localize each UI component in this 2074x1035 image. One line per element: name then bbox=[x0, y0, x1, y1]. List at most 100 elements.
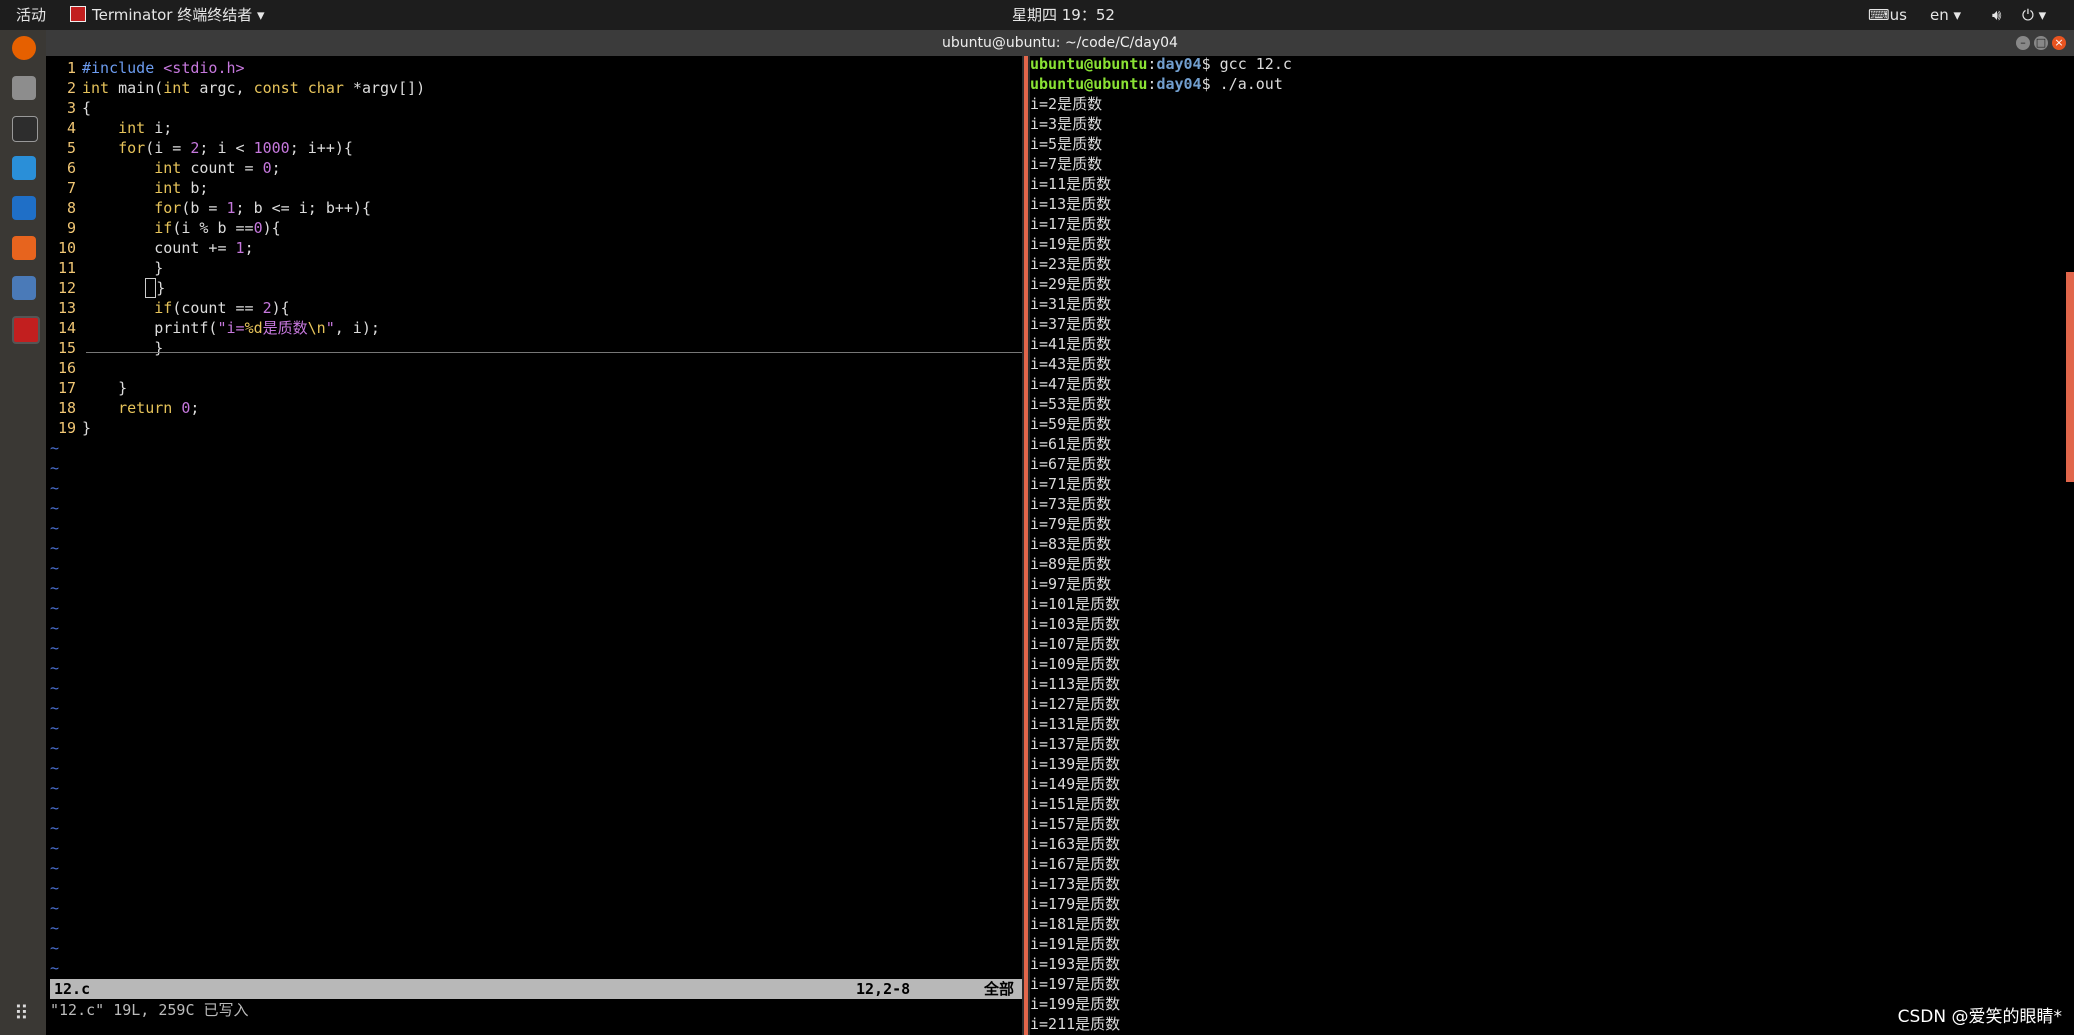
code-text: } bbox=[82, 278, 165, 298]
output-line: i=163是质数 bbox=[1030, 835, 1121, 853]
output-line: i=7是质数 bbox=[1030, 155, 1103, 173]
code-line[interactable]: 16 bbox=[46, 358, 425, 378]
maximize-icon[interactable]: □ bbox=[2034, 36, 2048, 50]
window-titlebar[interactable]: ubuntu@ubuntu: ~/code/C/day04 – □ × bbox=[46, 30, 2074, 56]
editor-pane[interactable]: 1 #include <stdio.h> 2 int main(int argc, c… bbox=[46, 56, 1022, 1035]
volume-icon[interactable]: 🔊︎ bbox=[1992, 0, 2001, 30]
line-number: 19 bbox=[57, 419, 76, 437]
settings-icon[interactable] bbox=[12, 276, 36, 300]
empty-line-marker: ~ bbox=[50, 599, 60, 617]
vc-icon[interactable] bbox=[12, 196, 36, 220]
code-line[interactable]: 15 } bbox=[46, 338, 425, 358]
output-line: i=157是质数 bbox=[1030, 815, 1121, 833]
vscode-icon[interactable] bbox=[12, 156, 36, 180]
output-line: i=149是质数 bbox=[1030, 775, 1121, 793]
output-line: i=103是质数 bbox=[1030, 615, 1121, 633]
empty-line-marker: ~ bbox=[50, 879, 60, 897]
code-line[interactable]: 19} bbox=[46, 418, 425, 438]
output-line: i=151是质数 bbox=[1030, 795, 1121, 813]
code-line[interactable]: 3{ bbox=[46, 98, 425, 118]
code-line[interactable]: 5 for(i = 2; i < 1000; i++){ bbox=[46, 138, 425, 158]
app-menu[interactable]: Terminator 终端终结者 ▾ bbox=[70, 0, 265, 30]
terminal-icon[interactable] bbox=[12, 116, 38, 142]
output-line: i=37是质数 bbox=[1030, 315, 1112, 333]
line-number: 16 bbox=[57, 359, 76, 377]
terminator-icon bbox=[70, 6, 86, 22]
clock[interactable]: 星期四 19：52 bbox=[1012, 0, 1115, 30]
app-grid-icon[interactable]: ⠿ bbox=[14, 1003, 29, 1023]
line-number: 12 bbox=[57, 279, 76, 297]
output-line: i=191是质数 bbox=[1030, 935, 1121, 953]
language-menu[interactable]: en ▾ bbox=[1930, 0, 1961, 30]
code-line[interactable]: 14 printf("i=%d是质数\n", i); bbox=[46, 318, 425, 338]
line-number: 7 bbox=[66, 179, 76, 197]
code-text: printf("i=%d是质数\n", i); bbox=[82, 319, 380, 337]
code-line[interactable]: 1 #include <stdio.h> bbox=[46, 58, 425, 78]
status-position: 12,2-8 bbox=[856, 980, 911, 998]
scrollbar[interactable] bbox=[2066, 272, 2074, 482]
code-line[interactable]: 17 } bbox=[46, 378, 425, 398]
code-line[interactable]: 12 } bbox=[46, 278, 425, 298]
empty-line-marker: ~ bbox=[50, 699, 60, 717]
line-number: 5 bbox=[66, 139, 76, 157]
firefox-icon[interactable] bbox=[12, 36, 36, 60]
code-line[interactable]: 6 int count = 0; bbox=[46, 158, 425, 178]
terminal-output[interactable]: ubuntu@ubuntu:day04$ gcc 12.c ubuntu@ubun… bbox=[1030, 54, 1292, 1034]
output-line: i=53是质数 bbox=[1030, 395, 1112, 413]
status-filename: 12.c bbox=[54, 980, 91, 998]
output-line: i=113是质数 bbox=[1030, 675, 1121, 693]
line-number: 8 bbox=[66, 199, 76, 217]
code-line[interactable]: 10 count += 1; bbox=[46, 238, 425, 258]
software-icon[interactable] bbox=[12, 236, 36, 260]
output-line: i=59是质数 bbox=[1030, 415, 1112, 433]
empty-line-marker: ~ bbox=[50, 639, 60, 657]
output-line: i=193是质数 bbox=[1030, 955, 1121, 973]
code-line[interactable]: 7 int b; bbox=[46, 178, 425, 198]
code-text: } bbox=[82, 339, 164, 357]
code-text: int count = 0; bbox=[154, 159, 281, 177]
code-line[interactable]: 11 } bbox=[46, 258, 425, 278]
activities-button[interactable]: 活动 bbox=[16, 0, 46, 30]
close-icon[interactable]: × bbox=[2052, 36, 2066, 50]
files-icon[interactable] bbox=[12, 76, 36, 100]
output-line: i=211是质数 bbox=[1030, 1015, 1121, 1033]
output-line: i=47是质数 bbox=[1030, 375, 1112, 393]
output-line: i=197是质数 bbox=[1030, 975, 1121, 993]
empty-line-marker: ~ bbox=[50, 799, 60, 817]
empty-line-marker: ~ bbox=[50, 519, 60, 537]
chevron-down-icon: ▾ bbox=[1953, 6, 1962, 24]
output-line: i=11是质数 bbox=[1030, 175, 1112, 193]
code-line[interactable]: 9 if(i % b ==0){ bbox=[46, 218, 425, 238]
code-line[interactable]: 8 for(b = 1; b <= i; b++){ bbox=[46, 198, 425, 218]
output-line: i=107是质数 bbox=[1030, 635, 1121, 653]
code-text: } bbox=[82, 379, 128, 397]
status-scroll: 全部 bbox=[983, 980, 1014, 998]
output-line: i=139是质数 bbox=[1030, 755, 1121, 773]
line-number: 4 bbox=[66, 119, 76, 137]
line-number: 2 bbox=[66, 79, 76, 97]
output-line: i=31是质数 bbox=[1030, 295, 1112, 313]
minimize-icon[interactable]: – bbox=[2016, 36, 2030, 50]
code-line[interactable]: 18 return 0; bbox=[46, 398, 425, 418]
output-line: i=29是质数 bbox=[1030, 275, 1112, 293]
power-icon[interactable]: ⏻ ▾ bbox=[2022, 0, 2046, 30]
code-line[interactable]: 2 int main(int argc, const char *argv[]) bbox=[46, 78, 425, 98]
terminator-icon[interactable] bbox=[12, 316, 40, 344]
code-line[interactable]: 13 if(count == 2){ bbox=[46, 298, 425, 318]
line-number: 9 bbox=[66, 219, 76, 237]
output-line: i=73是质数 bbox=[1030, 495, 1112, 513]
terminal-pane[interactable]: ubuntu@ubuntu:day04$ gcc 12.c ubuntu@ubun… bbox=[1030, 54, 2074, 1035]
pane-divider-highlight bbox=[1024, 56, 1028, 1035]
output-line: i=3是质数 bbox=[1030, 115, 1103, 133]
code-line[interactable]: 4 int i; bbox=[46, 118, 425, 138]
code-area[interactable]: 1 #include <stdio.h> 2 int main(int argc, c… bbox=[46, 58, 425, 978]
code-text: count += 1; bbox=[82, 239, 254, 257]
keyboard-indicator[interactable]: ⌨us bbox=[1868, 0, 1907, 30]
keyboard-icon: ⌨ bbox=[1868, 6, 1890, 24]
code-text: return 0; bbox=[118, 399, 200, 417]
output-line: i=79是质数 bbox=[1030, 515, 1112, 533]
code-text: if(count == 2){ bbox=[154, 299, 290, 317]
code-text: int i; bbox=[118, 119, 173, 137]
top-bar: 活动 Terminator 终端终结者 ▾ 星期四 19：52 ⌨us en ▾… bbox=[0, 0, 2074, 30]
code-text: int b; bbox=[154, 179, 209, 197]
